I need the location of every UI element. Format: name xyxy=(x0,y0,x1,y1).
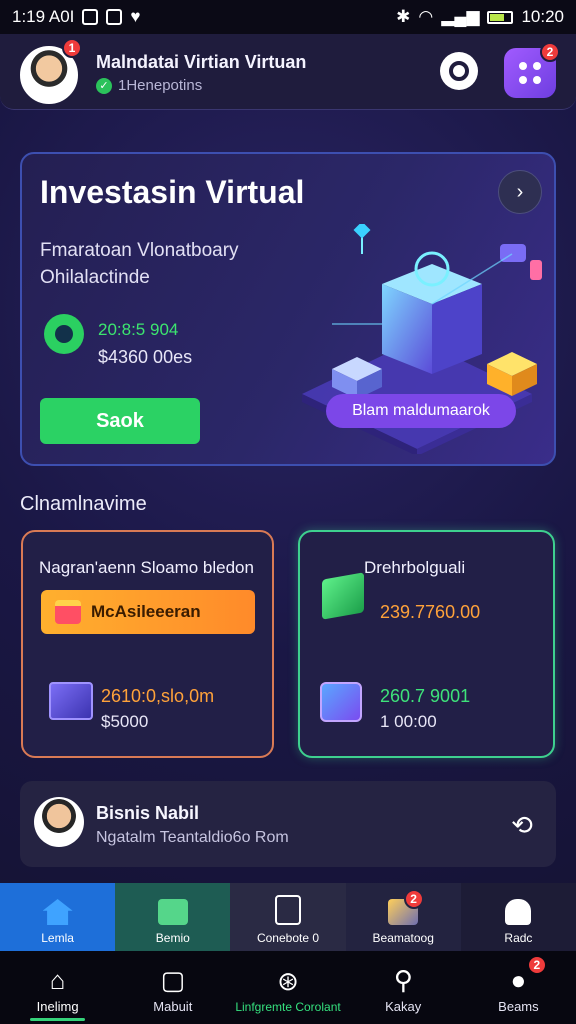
nav-label: Inelimg xyxy=(36,999,79,1014)
sub-tab-label: Beamatoog xyxy=(372,931,434,945)
sub-tab-profile[interactable]: Radc xyxy=(460,883,576,951)
laptop-icon xyxy=(49,682,93,720)
grid-dots-icon xyxy=(519,62,541,84)
nav-label: Mabuit xyxy=(153,999,193,1014)
verified-icon: ✓ xyxy=(96,77,112,94)
card-left-value: $5000 xyxy=(101,712,149,731)
nav-item-home[interactable]: ⌂ Inelimg xyxy=(0,951,115,1024)
chevron-icon: › xyxy=(516,180,524,203)
nav-badge: 2 xyxy=(526,955,547,975)
gem-icon xyxy=(320,682,362,722)
offer-card-right[interactable]: Drehrbolguali 239.7760.00 260.7 9001 1 0… xyxy=(298,530,555,758)
card-right-value: 1 00:00 xyxy=(380,712,437,731)
square-icon: ▢ xyxy=(160,965,186,995)
sub-tab-plants[interactable]: Bemio xyxy=(115,883,231,951)
status-left: 1:19 A0I ♥ xyxy=(12,7,140,27)
card-right-title: Drehrbolguali xyxy=(364,558,466,577)
sub-tab-label: Lemla xyxy=(41,931,74,945)
wifi-icon: ◠ xyxy=(418,7,434,26)
battery-icon xyxy=(487,10,514,24)
signal-icon: ▂▄▆ xyxy=(441,7,480,26)
user-name: Bisnis Nabil xyxy=(96,803,200,823)
status-right: ✱ ◠ ▂▄▆ 10:20 xyxy=(396,7,564,27)
person-icon: ● xyxy=(510,965,527,995)
hero-promo-chip[interactable]: Blam maldumaarok xyxy=(326,394,516,428)
bluetooth-icon: ✱ xyxy=(396,7,411,26)
sub-tab-badge: 2 xyxy=(403,889,424,909)
hero-description-line2: Ohilalactinde xyxy=(40,267,150,288)
gift-icon xyxy=(55,600,81,624)
hero-description-line1: Fmaratoan Vlonatboary xyxy=(40,240,239,261)
card-left-title: Nagran'aenn Sloamo bledon xyxy=(39,558,254,577)
app-header: 1 Malndatai Virtian Virtuan ✓ 1Henepotin… xyxy=(0,34,576,110)
person-icon xyxy=(505,899,532,925)
avatar-badge: 1 xyxy=(62,38,82,58)
card-left-button-label: McAsileeeran xyxy=(91,602,201,621)
section-title: Clnamlnavime xyxy=(20,493,147,515)
card-left-value-orange: 2610:0,slo,0m xyxy=(101,686,215,706)
card-left-action-button[interactable]: McAsileeeran xyxy=(41,590,255,634)
card-right-value-green: 260.7 9001 xyxy=(380,686,471,706)
clock-text: 10:20 xyxy=(521,7,564,26)
hero-title: Investasin Virtual xyxy=(40,174,305,210)
bottom-nav: ⌂ Inelimg ▢ Mabuit ⊛ Linfgremte Corolant… xyxy=(0,951,576,1024)
refresh-icon: ⟲ xyxy=(511,809,533,840)
offer-card-left[interactable]: Nagran'aenn Sloamo bledon McAsileeeran 2… xyxy=(21,530,274,758)
user-avatar xyxy=(34,797,84,847)
card-right-value-orange: 239.7760.00 xyxy=(380,602,481,622)
status-bar: 1:19 A0I ♥ ✱ ◠ ▂▄▆ 10:20 xyxy=(0,0,576,34)
sub-tab-home[interactable]: Lemla xyxy=(0,883,116,951)
green-block-icon xyxy=(322,572,364,620)
nav-label: Beams xyxy=(498,999,539,1014)
sub-tab-label: Radc xyxy=(504,931,533,945)
menu-badge: 2 xyxy=(540,42,560,62)
heart-icon: ♥ xyxy=(130,7,141,26)
nav-item-explore[interactable]: ⊛ Linfgremte Corolant xyxy=(230,951,345,1024)
sub-tab-label: Bemio xyxy=(155,931,190,945)
hero-value-green: 20:8:5 904 xyxy=(98,320,179,339)
app-screen: 1:19 A0I ♥ ✱ ◠ ▂▄▆ 10:20 1 Malndatai Vir… xyxy=(0,0,576,1024)
wallet-icon xyxy=(44,314,84,354)
search-icon: ⚲ xyxy=(393,965,413,995)
document-icon xyxy=(275,895,301,925)
hero-value-amount: $4360 00es xyxy=(98,347,193,367)
hero-close-button[interactable]: › xyxy=(498,170,542,214)
app-notification-icon xyxy=(106,9,123,25)
user-profile-card[interactable]: Bisnis Nabil Ngatalm Teantaldio6o Rom ⟲ xyxy=(20,781,556,867)
secondary-nav: Lemla Bemio Conebote 0 Beamatoog 2 Radc xyxy=(0,883,576,951)
nav-label: Linfgremte Corolant xyxy=(235,1000,341,1014)
sub-tab-label: Conebote 0 xyxy=(256,931,320,945)
user-subtitle: Ngatalm Teantaldio6o Rom xyxy=(96,829,289,846)
status-left-text: 1:19 A0I xyxy=(12,7,75,26)
sub-tab-document[interactable]: Conebote 0 xyxy=(230,883,346,951)
nav-item-market[interactable]: ▢ Mabuit xyxy=(115,951,230,1024)
investment-hero-card: Investasin Virtual › Fmaratoan Vlonatboa… xyxy=(20,152,556,466)
compass-icon: ⊛ xyxy=(277,966,299,996)
refresh-button[interactable]: ⟲ xyxy=(504,807,540,843)
notification-icon xyxy=(82,9,99,25)
nav-item-account[interactable]: ● Beams 2 xyxy=(461,951,576,1024)
hero-action-button[interactable]: Saok xyxy=(40,398,200,444)
home-icon: ⌂ xyxy=(49,965,66,995)
sub-tab-box[interactable]: Beamatoog 2 xyxy=(345,883,461,951)
planter-icon xyxy=(157,899,188,925)
profile-button[interactable] xyxy=(440,52,478,90)
header-subtitle-row: ✓ 1Henepotins xyxy=(96,77,202,94)
home-icon xyxy=(42,899,73,925)
nav-item-search[interactable]: ⚲ Kakay xyxy=(346,951,461,1024)
nav-label: Kakay xyxy=(385,999,422,1014)
header-title: Malndatai Virtian Virtuan xyxy=(96,52,307,72)
header-subtitle: 1Henepotins xyxy=(118,77,203,94)
user-circle-icon xyxy=(449,61,469,81)
